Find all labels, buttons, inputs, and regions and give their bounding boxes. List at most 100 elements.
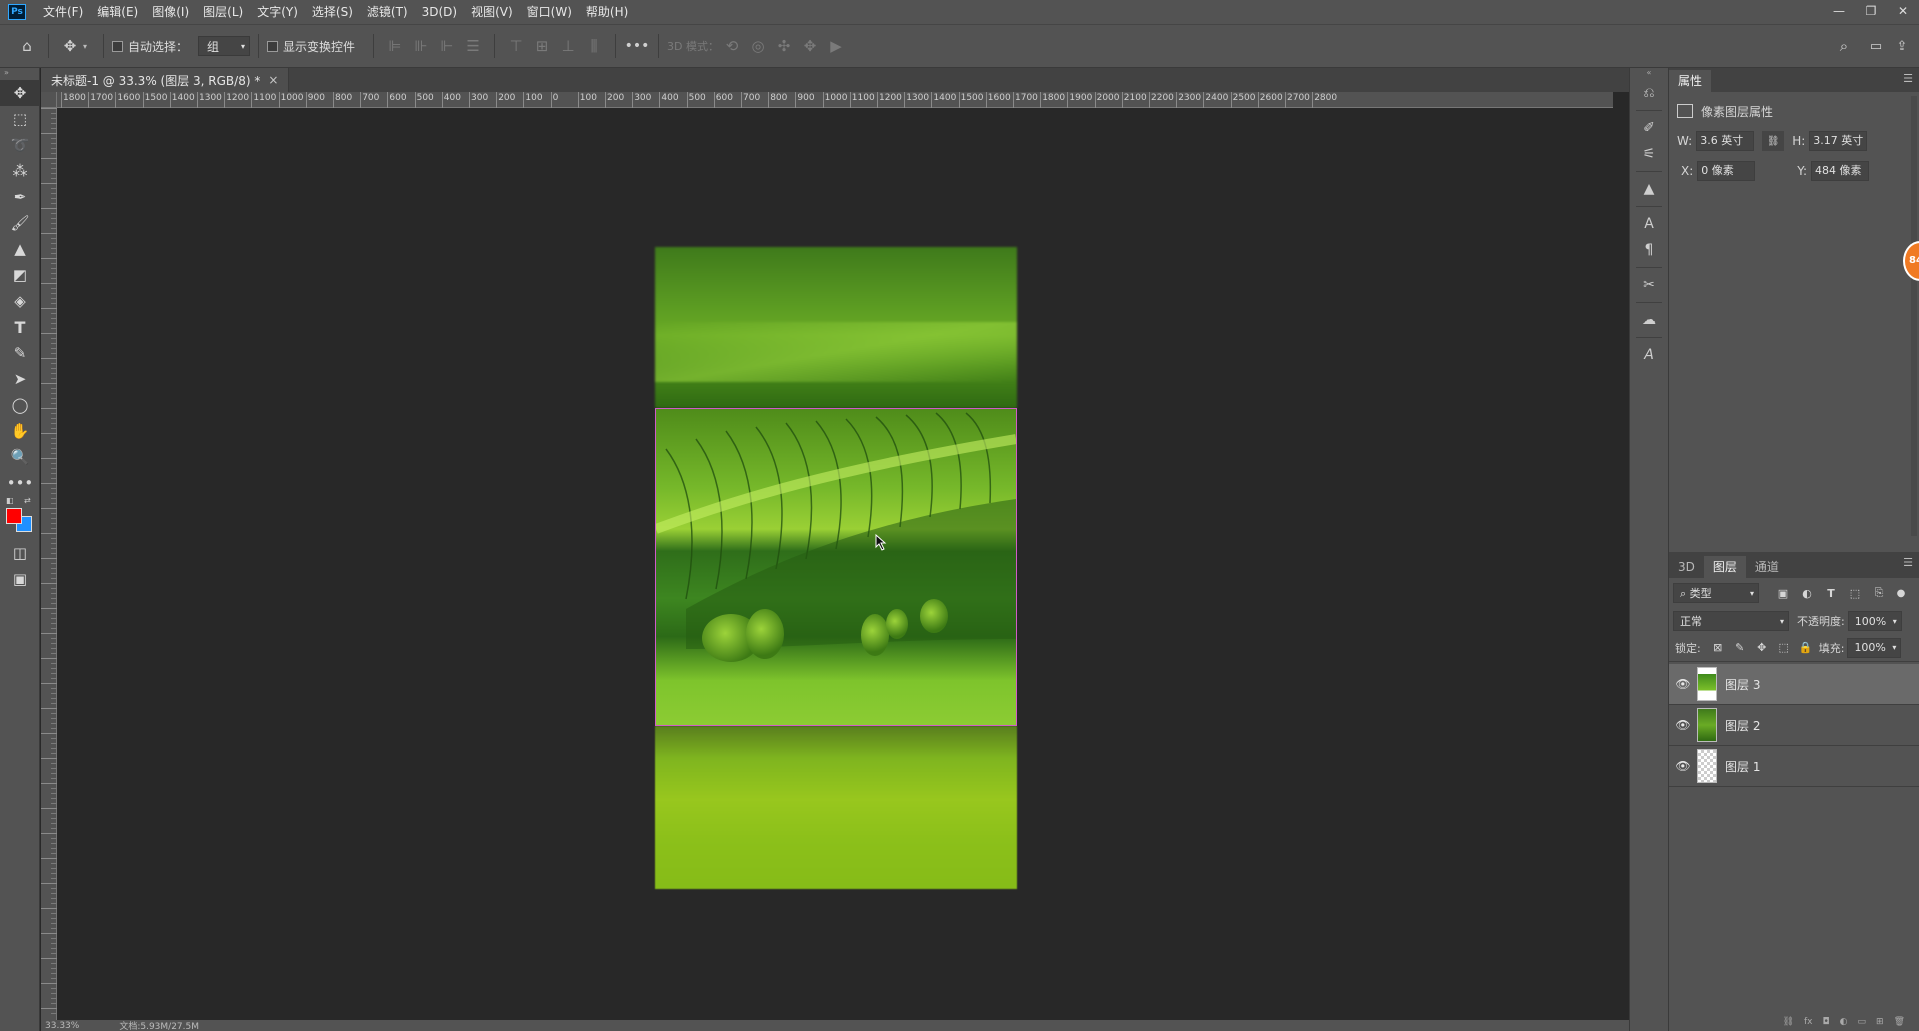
new-layer-icon[interactable]: ⊞ [1876, 1017, 1884, 1031]
collapse-arrows-icon[interactable]: » [0, 68, 39, 80]
magic-wand-tool-icon[interactable]: ⁂ [0, 158, 40, 184]
quick-mask-icon[interactable]: ◫ [0, 540, 40, 566]
home-icon[interactable]: ⌂ [14, 33, 40, 59]
link-icon[interactable]: ⛓ [1762, 131, 1785, 151]
eyedropper-tool-icon[interactable]: ✒ [0, 184, 40, 210]
menu-image[interactable]: 图像(I) [145, 0, 196, 24]
tab-channels[interactable]: 通道 [1746, 556, 1788, 578]
hand-tool-icon[interactable]: ✋ [0, 418, 40, 444]
screen-mode-icon[interactable]: ▣ [0, 566, 40, 592]
glyphs-icon[interactable]: A [1630, 342, 1668, 368]
canvas-area[interactable] [57, 108, 1613, 1020]
distribute-icon[interactable]: ☰ [460, 33, 486, 59]
lock-artboard-icon[interactable]: ⬚ [1773, 641, 1795, 654]
3d-slide-icon[interactable]: ✥ [797, 33, 823, 59]
share-icon[interactable]: ⇪ [1889, 33, 1915, 59]
filter-toggle-icon[interactable]: ● [1891, 588, 1911, 599]
paint-bucket-tool-icon[interactable]: ◈ [0, 288, 40, 314]
swap-colors-icon[interactable]: ⇄ [24, 496, 31, 505]
align-middle-icon[interactable]: ⊞ [529, 33, 555, 59]
menu-window[interactable]: 窗口(W) [520, 0, 579, 24]
paragraph-icon[interactable]: ¶ [1630, 237, 1668, 263]
lock-position-icon[interactable]: ✥ [1751, 641, 1773, 654]
layer-row[interactable]: 👁 图层 1 [1669, 746, 1919, 787]
lasso-tool-icon[interactable]: ➰ [0, 132, 40, 158]
fx-icon[interactable]: fx [1804, 1017, 1813, 1031]
selected-layer-image[interactable] [655, 408, 1017, 726]
clone-source-icon[interactable]: ▲ [1630, 176, 1668, 202]
collapse-arrows-icon[interactable]: « [1630, 68, 1668, 80]
libraries-icon[interactable]: ☁ [1630, 307, 1668, 333]
vertical-ruler[interactable] [41, 108, 57, 1020]
3d-pan-icon[interactable]: ✣ [771, 33, 797, 59]
more-tools-icon[interactable]: ••• [0, 470, 40, 496]
align-left-icon[interactable]: ⊫ [382, 33, 408, 59]
visibility-eye-icon[interactable]: 👁 [1669, 677, 1697, 691]
document-canvas[interactable] [655, 247, 1017, 889]
horizontal-ruler[interactable]: 1800 1700 1600 1500 1400 1300 1200 1100 1000 900 8… [57, 92, 1613, 108]
add-mask-icon[interactable]: ◘ [1823, 1017, 1830, 1031]
opacity-field[interactable]: 100% ▾ [1847, 611, 1902, 631]
path-select-tool-icon[interactable]: ➤ [0, 366, 40, 392]
menu-view[interactable]: 视图(V) [464, 0, 520, 24]
layer-row[interactable]: 👁 图层 2 [1669, 705, 1919, 746]
menu-edit[interactable]: 编辑(E) [90, 0, 145, 24]
zoom-level[interactable]: 33.33% [45, 1021, 79, 1031]
panel-menu-icon[interactable]: ☰ [1903, 72, 1913, 85]
history-icon[interactable]: ⎌ [1630, 80, 1668, 106]
auto-select-dropdown[interactable]: 组 ▾ [198, 36, 251, 56]
pen-tool-icon[interactable]: ✎ [0, 340, 40, 366]
align-bottom-icon[interactable]: ⊥ [555, 33, 581, 59]
3d-camera-icon[interactable]: ▶ [823, 33, 849, 59]
layer-filter-dropdown[interactable]: ⌕ 类型 ▾ [1673, 583, 1759, 603]
align-top-icon[interactable]: ⊤ [503, 33, 529, 59]
document-tab[interactable]: 未标题-1 @ 33.3% (图层 3, RGB/8) * × [41, 68, 290, 92]
tab-3d[interactable]: 3D [1669, 556, 1704, 578]
tool-preset-chevron-icon[interactable]: ▾ [83, 42, 87, 51]
menu-type[interactable]: 文字(Y) [250, 0, 305, 24]
new-adjustment-icon[interactable]: ◐ [1840, 1017, 1848, 1031]
scrollbar[interactable] [1911, 96, 1917, 536]
tab-properties[interactable]: 属性 [1669, 70, 1712, 92]
marquee-tool-icon[interactable]: ⬚ [0, 106, 40, 132]
layer-name[interactable]: 图层 1 [1725, 758, 1760, 775]
delete-layer-icon[interactable]: 🗑 [1894, 1017, 1905, 1031]
filter-adjustment-icon[interactable]: ◐ [1795, 587, 1819, 600]
menu-filter[interactable]: 滤镜(T) [360, 0, 415, 24]
filter-type-icon[interactable]: T [1819, 587, 1843, 600]
zoom-tool-icon[interactable]: 🔍 [0, 444, 40, 470]
stamp-tool-icon[interactable]: ▲ [0, 236, 40, 262]
ruler-corner[interactable] [41, 92, 57, 108]
y-field[interactable]: 484 像素 [1811, 161, 1870, 181]
minimize-button[interactable]: — [1823, 0, 1855, 24]
character-icon[interactable]: A [1630, 211, 1668, 237]
align-center-icon[interactable]: ⊪ [408, 33, 434, 59]
brush-settings-icon[interactable]: ✐ [1630, 115, 1668, 141]
move-tool-icon[interactable]: ✥ [57, 33, 83, 59]
close-tab-icon[interactable]: × [268, 73, 278, 87]
menu-help[interactable]: 帮助(H) [579, 0, 635, 24]
menu-file[interactable]: 文件(F) [36, 0, 90, 24]
show-transform-checkbox[interactable] [267, 40, 279, 52]
auto-select-checkbox[interactable] [112, 40, 124, 52]
more-options-icon[interactable]: ••• [624, 33, 650, 59]
distribute-vertical-icon[interactable]: ⫼ [581, 33, 607, 59]
lock-image-icon[interactable]: ✎ [1729, 641, 1751, 654]
workspace-icon[interactable]: ▭ [1863, 33, 1889, 59]
filter-pixel-icon[interactable]: ▣ [1771, 587, 1795, 600]
restore-button[interactable]: ❐ [1855, 0, 1887, 24]
layer-name[interactable]: 图层 2 [1725, 717, 1760, 734]
fill-field[interactable]: 100% ▾ [1847, 637, 1902, 658]
menu-3d[interactable]: 3D(D) [415, 0, 464, 24]
tool-presets-icon[interactable]: ✂ [1630, 272, 1668, 298]
default-colors-icon[interactable]: ◧ [6, 496, 14, 505]
layer-name[interactable]: 图层 3 [1725, 676, 1760, 693]
eraser-tool-icon[interactable]: ◩ [0, 262, 40, 288]
3d-roll-icon[interactable]: ◎ [745, 33, 771, 59]
panel-menu-icon[interactable]: ☰ [1903, 556, 1913, 569]
filter-smart-object-icon[interactable]: ⎘ [1867, 586, 1891, 600]
menu-layer[interactable]: 图层(L) [196, 0, 250, 24]
visibility-eye-icon[interactable]: 👁 [1669, 718, 1697, 732]
brush-tool-icon[interactable]: 🖌 [0, 210, 40, 236]
x-field[interactable]: 0 像素 [1697, 161, 1756, 181]
